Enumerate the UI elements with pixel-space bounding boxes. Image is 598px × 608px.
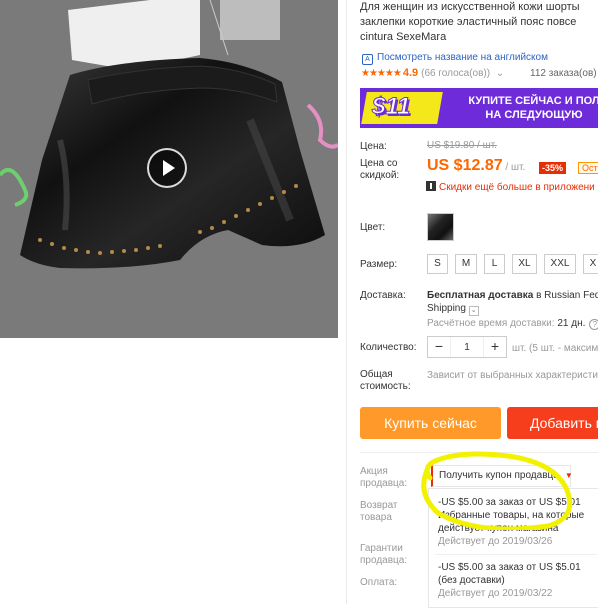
buy-now-button[interactable]: Купить сейчас [360,407,501,439]
coupon-1-valid-until: Действует до 2019/03/26 [438,536,553,547]
quantity-increase-button[interactable]: + [484,337,506,357]
coupon-2-line-2: (без доставки) [438,575,505,586]
info-icon[interactable]: ? [589,319,598,330]
size-option-s[interactable]: S [427,254,448,274]
shipping-carrier: Shipping [427,303,466,314]
shipping-method[interactable]: Бесплатная доставка в Russian Fede Shipp… [427,289,598,316]
color-option-black[interactable] [427,213,454,241]
coupon-1-line-1: -US $5.00 за заказ от US $5.01 [438,497,581,508]
section-divider [360,452,598,453]
return-label-line-1: Возврат [360,500,398,511]
shipping-label: Доставка: [360,290,406,301]
column-divider [346,0,347,604]
discount-price-label-line-1: Цена со [360,158,398,169]
coupon-list-panel: -US $5.00 за заказ от US $5.01 Избранные… [428,488,598,608]
payment-label: Оплата: [360,577,398,588]
quantity-limit-note: шт. (5 шт. - максиму [512,343,598,354]
rating-stars-icon: ★★★★★ [361,68,402,79]
seller-promo-label-line-1: Акция [360,466,388,477]
product-title-line-3: cintura SexeMara [360,31,447,43]
app-deal-link[interactable]: Скидки ещё больше в приложени [426,181,595,193]
quantity-input[interactable] [450,337,484,357]
coupon-item[interactable]: -US $5.00 за заказ от US $5.01 (без дост… [438,561,581,600]
app-deal-text: Скидки ещё больше в приложени [439,182,595,193]
discount-price: US $12.87 / шт. [427,157,525,175]
quantity-label: Количество: [360,342,417,353]
coupon-2-line-1: -US $5.00 за заказ от US $5.01 [438,562,581,573]
caret-down-icon: ▼ [564,471,573,480]
add-to-cart-button[interactable]: Добавить в [507,407,598,439]
product-title-line-2: заклепки короткие эластичный пояс повсе [360,16,577,28]
free-shipping-text: Бесплатная доставка [427,290,534,301]
delivery-time: Расчётное время доставки: 21 дн.? [427,318,598,330]
total-cost-label-line-2: стоимость: [360,381,411,392]
size-option-xxl[interactable]: XXL [544,254,576,274]
banner-amount: $11 [371,93,411,121]
color-label: Цвет: [360,222,386,233]
product-image[interactable] [0,0,338,338]
play-video-button[interactable] [147,148,187,188]
total-cost-label-line-1: Общая [360,369,393,380]
time-remaining-badge: Ост [578,162,598,174]
product-title: Для женщин из искусственной кожи шорты з… [360,0,598,45]
return-label: Возврат товара [360,500,398,524]
delivery-time-value: 21 дн. [557,318,586,329]
coupon-divider [435,554,597,555]
old-price: US $19.80 / шт. [427,140,497,151]
chevron-down-icon[interactable]: ⌄ [468,306,479,316]
delivery-time-label: Расчётное время доставки: [427,318,558,329]
discount-price-label: Цена со скидкой: [360,158,399,182]
size-option-partial[interactable]: X [583,254,598,274]
total-cost-value: Зависит от выбранных характеристи [427,370,598,381]
price-unit: / шт. [502,162,526,173]
quantity-stepper: − + [427,336,507,358]
discount-price-value: US $12.87 [427,157,503,174]
banner-line-1: КУПИТЕ СЕЙЧАС И ПОЛ [468,95,598,107]
rating-votes[interactable]: (66 голоса(ов)) [421,68,490,79]
coupon-1-line-2: Избранные товары, на которые [438,510,585,521]
coupon-item[interactable]: -US $5.00 за заказ от US $5.01 Избранные… [438,496,584,548]
discount-price-label-line-2: скидкой: [360,170,400,181]
rating-row: ★★★★★ 4.9 (66 голоса(ов)) ⌄ 112 заказа(ов) [361,67,597,79]
size-option-l[interactable]: L [484,254,505,274]
seller-guarantee-label-line-2: продавца: [360,555,408,566]
discount-badge: -35% [539,162,567,174]
seller-guarantee-label-line-1: Гарантии [360,543,403,554]
banner-text: КУПИТЕ СЕЙЧАС И ПОЛ НА СЛЕДУЮЩУЮ [454,94,598,122]
price-label: Цена: [360,141,387,152]
shipping-destination: в Russian Fede [536,290,598,301]
seller-promo-label: Акция продавца: [360,466,407,490]
votes-chevron-down-icon[interactable]: ⌄ [496,68,504,79]
coupon-1-line-3: действует купон магазина [438,523,559,534]
orders-count: 112 заказа(ов) [530,68,597,79]
seller-promo-label-line-2: продавца: [360,478,408,489]
translate-link-text: Посмотреть название на английском [377,52,548,63]
total-cost-label: Общая стоимость: [360,369,411,393]
coupon-dropdown-label: Получить купон продавца [439,470,559,481]
qr-code-icon [426,181,436,191]
size-label: Размер: [360,259,398,270]
seller-guarantee-label: Гарантии продавца: [360,543,407,567]
translate-title-link[interactable]: A Посмотреть название на английском [362,52,548,65]
banner-line-2: НА СЛЕДУЮЩУЮ [485,109,583,121]
coupon-2-valid-until: Действует до 2019/03/22 [438,588,553,599]
get-seller-coupon-dropdown[interactable]: Получить купон продавца ▼ [431,465,573,487]
rating-value: 4.9 [402,67,419,79]
product-title-line-1: Для женщин из искусственной кожи шорты [360,1,580,13]
translate-icon: A [362,54,373,65]
promo-banner[interactable]: $11 КУПИТЕ СЕЙЧАС И ПОЛ НА СЛЕДУЮЩУЮ [360,88,598,128]
size-option-xl[interactable]: XL [512,254,537,274]
return-label-line-2: товара [360,512,392,523]
quantity-decrease-button[interactable]: − [428,337,450,357]
size-option-m[interactable]: M [455,254,477,274]
